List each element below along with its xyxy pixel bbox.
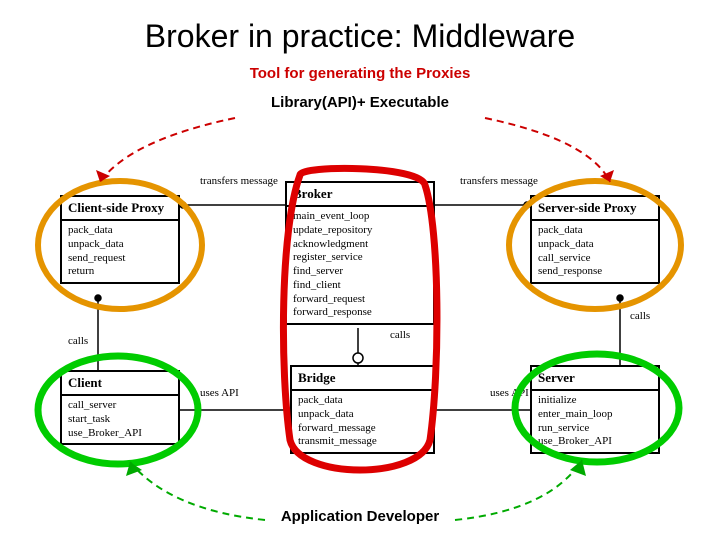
box-body: pack_data unpack_data call_service send_… [532, 221, 658, 282]
method: call_server [68, 399, 172, 413]
method: return [68, 265, 172, 279]
edge-label: transfers message [200, 175, 278, 187]
method: unpack_data [298, 408, 427, 422]
box-server: Server initialize enter_main_loop run_se… [530, 365, 660, 454]
method: pack_data [68, 224, 172, 238]
annotation-library: Library(API)+ Executable [0, 94, 720, 111]
box-title: Server [532, 367, 658, 391]
method: use_Broker_API [538, 435, 652, 449]
method: find_client [293, 279, 427, 293]
box-bridge: Bridge pack_data unpack_data forward_mes… [290, 365, 435, 454]
box-client: Client call_server start_task use_Broker… [60, 370, 180, 445]
method: run_service [538, 422, 652, 436]
method: find_server [293, 265, 427, 279]
box-title: Bridge [292, 367, 433, 391]
annotation-developer: Application Developer [274, 505, 446, 528]
box-client-proxy: Client-side Proxy pack_data unpack_data … [60, 195, 180, 284]
box-body: initialize enter_main_loop run_service u… [532, 391, 658, 452]
box-broker: Broker main_event_loop update_repository… [285, 181, 435, 325]
box-body: call_server start_task use_Broker_API [62, 396, 178, 443]
method: acknowledgment [293, 238, 427, 252]
method: send_response [538, 265, 652, 279]
method: start_task [68, 413, 172, 427]
method: transmit_message [298, 435, 427, 449]
edge-label: calls [68, 335, 88, 347]
method: forward_message [298, 422, 427, 436]
box-title: Server-side Proxy [532, 197, 658, 221]
box-body: main_event_loop update_repository acknow… [287, 207, 433, 323]
edge-label: uses API [490, 387, 530, 399]
method: forward_response [293, 306, 427, 320]
method: use_Broker_API [68, 427, 172, 441]
box-body: pack_data unpack_data send_request retur… [62, 221, 178, 282]
method: main_event_loop [293, 210, 427, 224]
method: unpack_data [538, 238, 652, 252]
edge-label: uses API [200, 387, 240, 399]
box-server-proxy: Server-side Proxy pack_data unpack_data … [530, 195, 660, 284]
method: update_repository [293, 224, 427, 238]
method: send_request [68, 252, 172, 266]
annotation-tool: Tool for generating the Proxies [0, 65, 720, 82]
box-title: Broker [287, 183, 433, 207]
box-title: Client [62, 372, 178, 396]
method: pack_data [298, 394, 427, 408]
edge-label: calls [390, 329, 410, 341]
method: forward_request [293, 293, 427, 307]
method: unpack_data [68, 238, 172, 252]
method: enter_main_loop [538, 408, 652, 422]
method: call_service [538, 252, 652, 266]
box-title: Client-side Proxy [62, 197, 178, 221]
method: register_service [293, 251, 427, 265]
box-body: pack_data unpack_data forward_message tr… [292, 391, 433, 452]
edge-label: transfers message [460, 175, 538, 187]
method: initialize [538, 394, 652, 408]
edge-label: calls [630, 310, 650, 322]
method: pack_data [538, 224, 652, 238]
page-title: Broker in practice: Middleware [0, 0, 720, 61]
diagram-area: Client-side Proxy pack_data unpack_data … [60, 175, 660, 495]
